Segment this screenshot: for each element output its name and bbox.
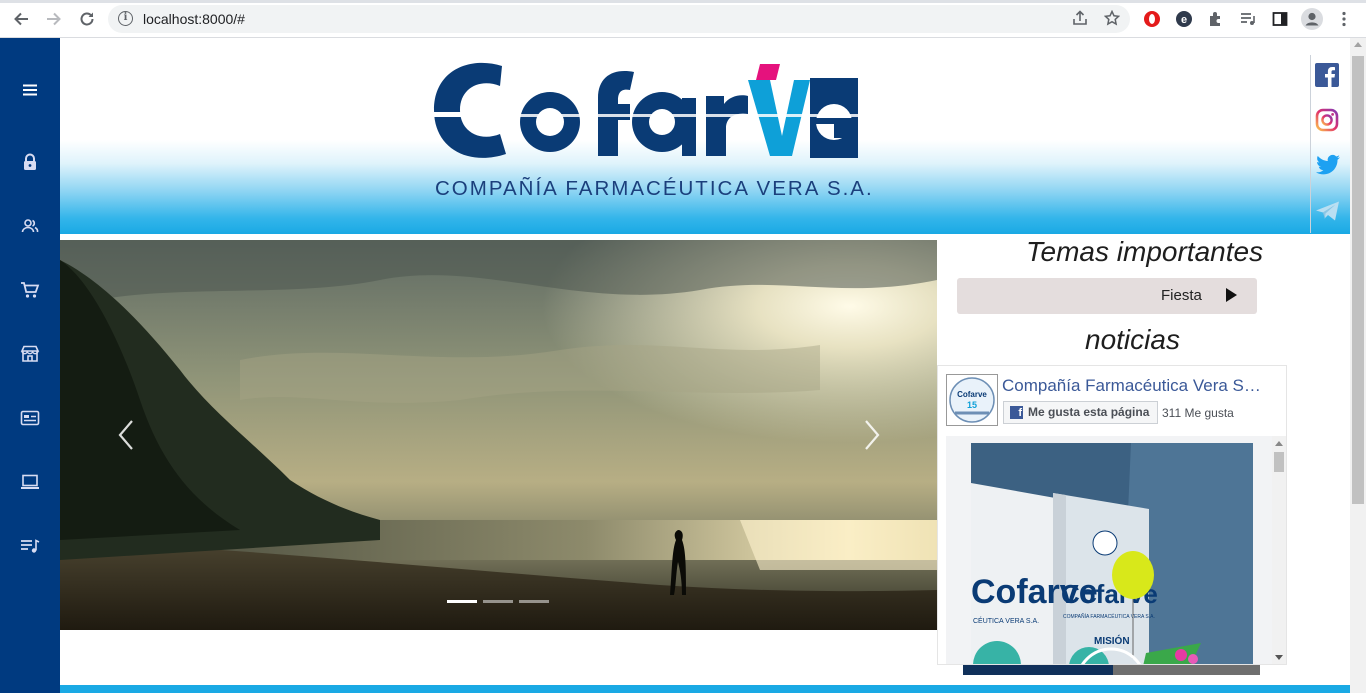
social-links [1310, 55, 1350, 233]
beach-sunset-image [60, 240, 937, 630]
page-name-link[interactable]: Compañía Farmacéutica Vera S.A. [1002, 376, 1262, 396]
carousel-prev-button[interactable] [112, 415, 142, 455]
back-button[interactable] [9, 8, 33, 30]
like-page-button[interactable]: f Me gusta esta página [1003, 401, 1159, 424]
page-scrollbar[interactable] [1350, 38, 1366, 693]
scroll-up-arrow[interactable] [1354, 42, 1362, 47]
facebook-icon: f [1010, 406, 1023, 419]
sidebar-item-lock[interactable] [0, 142, 60, 182]
sidebar-item-id-card[interactable] [0, 398, 60, 438]
carousel-indicators [447, 600, 549, 603]
address-bar[interactable]: i localhost:8000/# [108, 5, 1130, 33]
cart-icon [21, 282, 40, 298]
media-list-icon[interactable] [1238, 9, 1258, 29]
laptop-icon [21, 474, 39, 489]
arrow-left-icon [14, 12, 28, 26]
star-icon[interactable] [1102, 9, 1122, 31]
horizontal-scrollbar-thumb[interactable] [963, 665, 1113, 675]
sidebar-item-cart[interactable] [0, 270, 60, 310]
carousel-indicator[interactable] [447, 600, 477, 603]
footer-band [60, 685, 1350, 693]
arrow-right-icon [47, 12, 61, 26]
facebook-icon[interactable] [1315, 63, 1341, 89]
feed-horizontal-scrollbar[interactable] [963, 665, 1260, 675]
svg-text:Cofarve: Cofarve [957, 390, 987, 399]
cofarve-logo[interactable] [430, 58, 860, 163]
instagram-icon[interactable] [1315, 108, 1341, 134]
post-photo[interactable]: Cofarve CÉUTICA VERA S.A. Cofarve COMPAÑ… [971, 443, 1253, 664]
hero-carousel[interactable] [60, 240, 937, 630]
feed-scrollbar[interactable] [1272, 436, 1286, 664]
info-icon[interactable]: i [118, 11, 133, 26]
sidebar [0, 38, 60, 693]
timeline-feed[interactable]: Cofarve CÉUTICA VERA S.A. Cofarve COMPAÑ… [946, 436, 1278, 664]
brand-subtitle: COMPAÑÍA FARMACÉUTICA VERA S.A. [435, 177, 874, 200]
chevron-left-icon [118, 420, 133, 450]
browser-toolbar: i localhost:8000/# e [0, 0, 1366, 38]
sidebar-item-menu[interactable] [0, 70, 60, 110]
url-text[interactable]: localhost:8000/# [143, 11, 245, 27]
event-photo-image: Cofarve CÉUTICA VERA S.A. Cofarve COMPAÑ… [971, 443, 1253, 664]
scroll-down-arrow[interactable] [1275, 655, 1283, 660]
fiesta-label: Fiesta [1161, 287, 1202, 304]
sidebar-item-store[interactable] [0, 334, 60, 374]
menu-icon [23, 84, 37, 96]
e-extension-icon[interactable]: e [1174, 9, 1194, 29]
like-label: Me gusta esta página [1028, 405, 1150, 419]
svg-text:e: e [1181, 14, 1187, 26]
svg-text:15: 15 [967, 400, 977, 410]
banner-mision-label: MISIÓN [1094, 634, 1130, 647]
sidebar-item-laptop[interactable] [0, 462, 60, 502]
side-panel-icon[interactable] [1270, 9, 1290, 29]
telegram-icon[interactable] [1315, 199, 1341, 225]
fiesta-button[interactable]: Fiesta [957, 278, 1257, 314]
kebab-menu-icon[interactable] [1334, 9, 1354, 29]
site-header: COMPAÑÍA FARMACÉUTICA VERA S.A. [60, 38, 1350, 234]
like-count: 311 Me gusta [1162, 406, 1234, 420]
temas-heading: Temas importantes [1026, 236, 1264, 267]
lock-icon [24, 153, 36, 170]
reload-icon [80, 12, 94, 26]
carousel-indicator[interactable] [483, 600, 513, 603]
tab-strip-edge [0, 0, 1366, 3]
play-icon [1226, 288, 1237, 302]
carousel-next-button[interactable] [856, 415, 886, 455]
twitter-icon[interactable] [1315, 153, 1341, 179]
noticias-heading: noticias [1085, 324, 1180, 355]
chevron-right-icon [865, 420, 880, 450]
scrollbar-thumb[interactable] [1352, 56, 1364, 504]
users-icon [21, 219, 39, 233]
profile-icon[interactable] [1300, 7, 1324, 31]
banner-right-subtitle: COMPAÑÍA FARMACÉUTICA VERA S.A. [1063, 613, 1155, 620]
page-avatar[interactable]: Cofarve 15 [946, 374, 998, 426]
opera-extension-icon[interactable] [1142, 9, 1162, 29]
feed-scrollbar-thumb[interactable] [1274, 452, 1284, 472]
forward-button[interactable] [42, 8, 66, 30]
id-card-icon [20, 410, 40, 426]
store-icon [20, 345, 40, 362]
puzzle-extension-icon[interactable] [1206, 9, 1226, 29]
sidebar-item-playlist[interactable] [0, 526, 60, 566]
playlist-icon [21, 539, 40, 553]
sidebar-item-users[interactable] [0, 206, 60, 246]
reload-button[interactable] [75, 8, 99, 30]
scroll-up-arrow[interactable] [1275, 441, 1283, 446]
facebook-page-widget: Cofarve 15 Compañía Farmacéutica Vera S.… [937, 365, 1287, 665]
banner-left-subtitle: CÉUTICA VERA S.A. [973, 616, 1039, 625]
carousel-indicator[interactable] [519, 600, 549, 603]
share-icon[interactable] [1070, 10, 1090, 31]
